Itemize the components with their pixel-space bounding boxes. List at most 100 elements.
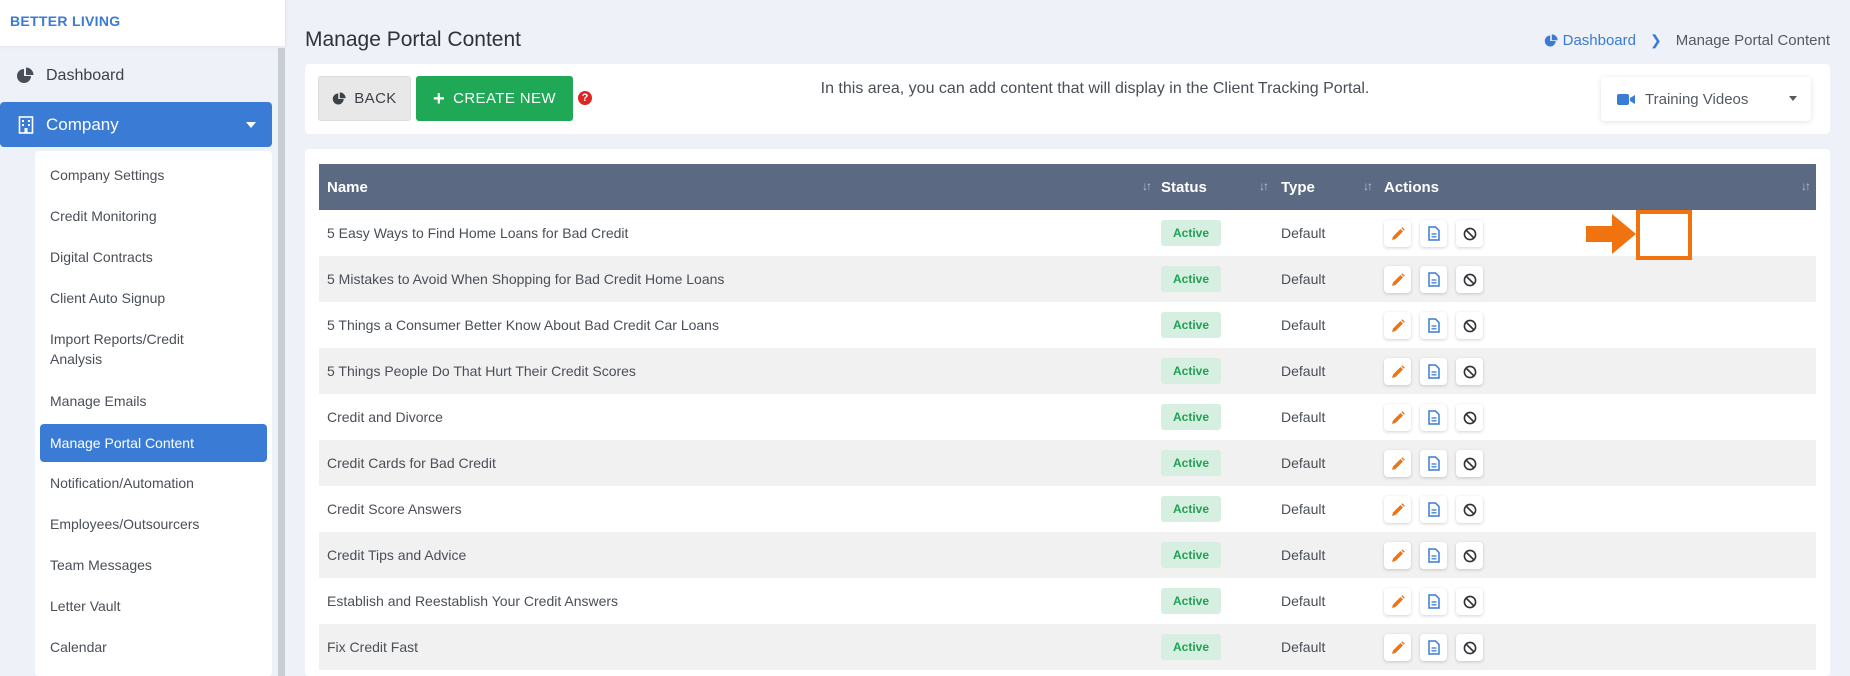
column-header-type[interactable]: Type	[1281, 164, 1315, 210]
view-button[interactable]	[1420, 542, 1447, 569]
edit-button[interactable]	[1384, 266, 1411, 293]
view-button[interactable]	[1420, 358, 1447, 385]
document-icon	[1427, 640, 1440, 655]
chevron-right-icon: ❯	[1650, 32, 1662, 48]
row-type: Default	[1281, 363, 1326, 379]
edit-button[interactable]	[1384, 634, 1411, 661]
breadcrumb: Dashboard ❯ Manage Portal Content	[1544, 32, 1830, 49]
pencil-icon	[1391, 640, 1405, 655]
content-type-select[interactable]: Training Videos	[1601, 77, 1811, 121]
submenu-letter-vault[interactable]: Letter Vault	[40, 596, 267, 616]
row-name: Credit Cards for Bad Credit	[327, 455, 496, 471]
edit-button[interactable]	[1384, 588, 1411, 615]
edit-button[interactable]	[1384, 450, 1411, 477]
view-button[interactable]	[1420, 404, 1447, 431]
annotation-highlight-box	[1636, 210, 1692, 260]
sidebar-scrollbar[interactable]	[278, 48, 285, 676]
back-button[interactable]: BACK	[318, 76, 411, 121]
row-name: 5 Mistakes to Avoid When Shopping for Ba…	[327, 271, 725, 287]
edit-button[interactable]	[1384, 312, 1411, 339]
disable-button[interactable]	[1456, 312, 1483, 339]
disable-button[interactable]	[1456, 542, 1483, 569]
status-badge: Active	[1161, 266, 1221, 292]
submenu-team-messages[interactable]: Team Messages	[40, 555, 267, 575]
info-text: In this area, you can add content that w…	[820, 80, 1370, 97]
view-button[interactable]	[1420, 634, 1447, 661]
status-badge: Active	[1161, 358, 1221, 384]
submenu-credit-monitoring[interactable]: Credit Monitoring	[40, 206, 267, 226]
ban-icon	[1463, 549, 1477, 563]
row-type: Default	[1281, 501, 1326, 517]
column-header-actions[interactable]: Actions	[1384, 164, 1439, 210]
submenu-import-reports[interactable]: Import Reports/Credit Analysis	[40, 329, 220, 369]
disable-button[interactable]	[1456, 404, 1483, 431]
pencil-icon	[1391, 364, 1405, 379]
sort-icon[interactable]: ↓↑	[1259, 179, 1269, 193]
view-button[interactable]	[1420, 450, 1447, 477]
ban-icon	[1463, 319, 1477, 333]
disable-button[interactable]	[1456, 266, 1483, 293]
status-badge: Active	[1161, 450, 1221, 476]
submenu-calendar[interactable]: Calendar	[40, 637, 267, 657]
view-button[interactable]	[1420, 220, 1447, 247]
table-row: Credit Tips and Advice Active Default	[319, 532, 1816, 578]
submenu-client-auto-signup[interactable]: Client Auto Signup	[40, 288, 267, 308]
disable-button[interactable]	[1456, 634, 1483, 661]
disable-button[interactable]	[1456, 358, 1483, 385]
view-button[interactable]	[1420, 588, 1447, 615]
column-header-status[interactable]: Status	[1161, 164, 1207, 210]
create-new-button[interactable]: + CREATE NEW	[416, 76, 573, 121]
toolbar: BACK + CREATE NEW ? In this area, you ca…	[305, 64, 1830, 134]
edit-button[interactable]	[1384, 358, 1411, 385]
disable-button[interactable]	[1456, 220, 1483, 247]
row-status: Active	[1161, 348, 1221, 394]
submenu-digital-contracts[interactable]: Digital Contracts	[40, 247, 267, 267]
help-icon[interactable]: ?	[578, 91, 592, 105]
document-icon	[1427, 548, 1440, 563]
submenu-manage-emails[interactable]: Manage Emails	[40, 391, 267, 411]
row-status: Active	[1161, 578, 1221, 624]
sort-icon[interactable]: ↓↑	[1363, 179, 1373, 193]
sidebar-item-dashboard[interactable]: Dashboard	[0, 56, 272, 96]
company-submenu: Company Settings Credit Monitoring Digit…	[35, 151, 272, 676]
caret-down-icon	[1789, 96, 1797, 101]
view-button[interactable]	[1420, 496, 1447, 523]
disable-button[interactable]	[1456, 588, 1483, 615]
status-badge: Active	[1161, 220, 1221, 246]
edit-button[interactable]	[1384, 220, 1411, 247]
submenu-company-settings[interactable]: Company Settings	[40, 165, 267, 185]
sidebar-item-company[interactable]: Company	[0, 102, 272, 147]
status-badge: Active	[1161, 312, 1221, 338]
view-button[interactable]	[1420, 312, 1447, 339]
row-type: Default	[1281, 271, 1326, 287]
submenu-manage-portal-content[interactable]: Manage Portal Content	[40, 424, 267, 462]
view-button[interactable]	[1420, 266, 1447, 293]
row-type: Default	[1281, 455, 1326, 471]
table-row: Credit Score Answers Active Default	[319, 486, 1816, 532]
breadcrumb-dashboard[interactable]: Dashboard	[1544, 32, 1636, 49]
column-header-name[interactable]: Name	[327, 164, 368, 210]
sidebar-item-label: Company	[46, 114, 119, 134]
pencil-icon	[1391, 548, 1405, 563]
table-row: 5 Things a Consumer Better Know About Ba…	[319, 302, 1816, 348]
document-icon	[1427, 456, 1440, 471]
pencil-icon	[1391, 594, 1405, 609]
edit-button[interactable]	[1384, 542, 1411, 569]
brand-logo[interactable]: BETTER LIVING	[10, 13, 120, 29]
create-new-label: CREATE NEW	[453, 90, 556, 107]
submenu-employees-outsourcers[interactable]: Employees/Outsourcers	[40, 514, 267, 534]
edit-button[interactable]	[1384, 496, 1411, 523]
sort-icon[interactable]: ↓↑	[1801, 179, 1811, 193]
edit-button[interactable]	[1384, 404, 1411, 431]
disable-button[interactable]	[1456, 450, 1483, 477]
pencil-icon	[1391, 410, 1405, 425]
sort-icon[interactable]: ↓↑	[1142, 179, 1152, 193]
table-row: 5 Things People Do That Hurt Their Credi…	[319, 348, 1816, 394]
status-badge: Active	[1161, 588, 1221, 614]
row-name: Fix Credit Fast	[327, 639, 419, 655]
submenu-notification-automation[interactable]: Notification/Automation	[40, 473, 267, 493]
ban-icon	[1463, 273, 1477, 287]
disable-button[interactable]	[1456, 496, 1483, 523]
video-camera-icon	[1617, 93, 1635, 106]
document-icon	[1427, 502, 1440, 517]
